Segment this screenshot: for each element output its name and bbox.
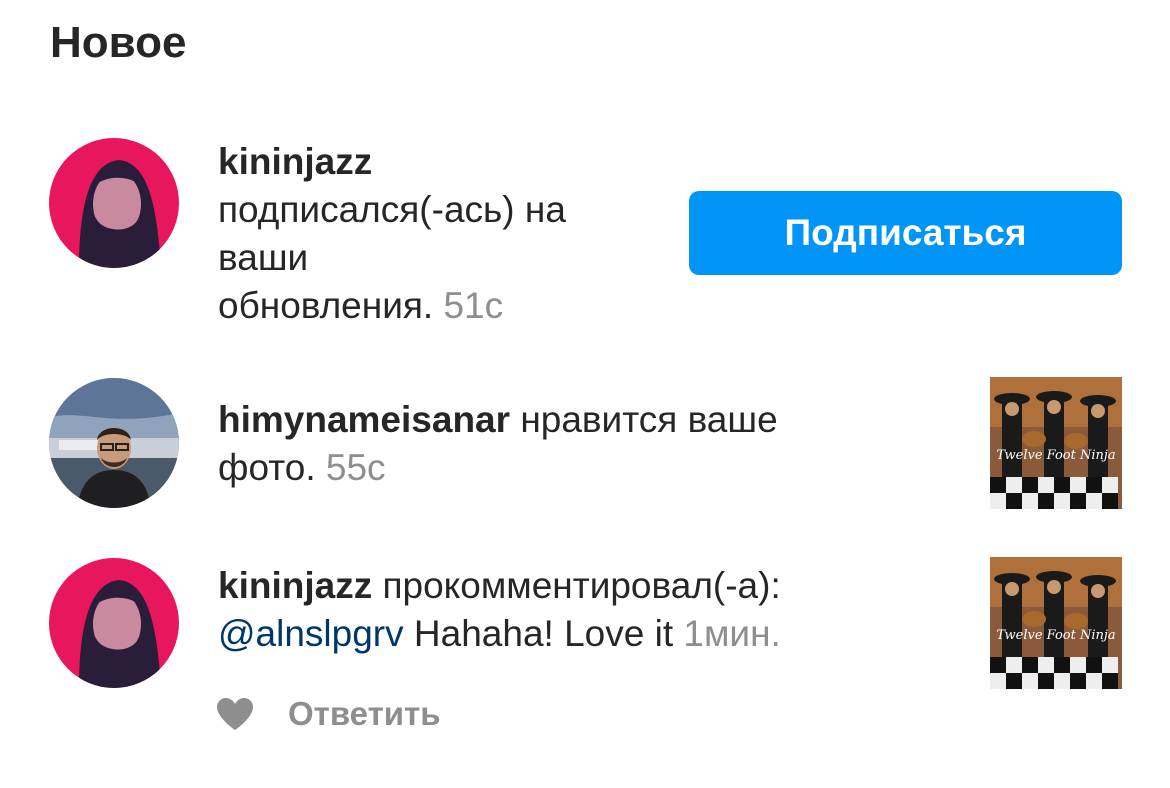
username[interactable]: kininjazz bbox=[218, 565, 372, 606]
notification-follow-text: kininjazz подписался(-ась) на ваши обнов… bbox=[218, 138, 566, 330]
notification-text: ваши bbox=[218, 237, 309, 278]
timestamp: 55с bbox=[325, 447, 386, 488]
reply-button[interactable]: Ответить bbox=[288, 695, 441, 733]
post-thumbnail[interactable]: Twelve Foot Ninja bbox=[990, 377, 1122, 509]
heart-icon[interactable] bbox=[216, 697, 254, 731]
notification-text: прокомментировал(-а): bbox=[382, 565, 781, 606]
activity-feed: Новое kininjazz подписался(-ась) на ваши… bbox=[0, 0, 1170, 788]
person-avatar-pink-icon bbox=[49, 558, 179, 688]
comment-actions: Ответить bbox=[216, 690, 441, 738]
avatar-kininjazz[interactable] bbox=[49, 558, 179, 688]
notification-comment-text: kininjazz прокомментировал(-а): @alnslpg… bbox=[218, 562, 781, 658]
follow-button[interactable]: Подписаться bbox=[689, 191, 1122, 275]
notification-text: нравится ваше bbox=[520, 399, 778, 440]
thumbnail-caption: Twelve Foot Ninja bbox=[996, 628, 1115, 643]
band-photo-thumbnail: Twelve Foot Ninja bbox=[990, 557, 1122, 689]
mention-link[interactable]: @alnslpgrv bbox=[218, 613, 404, 654]
notification-text: фото. bbox=[218, 447, 316, 488]
avatar-kininjazz[interactable] bbox=[49, 138, 179, 268]
comment-text: Hahaha! Love it bbox=[413, 613, 674, 654]
timestamp: 1мин. bbox=[683, 613, 781, 654]
person-avatar-outdoor-icon bbox=[49, 378, 179, 508]
thumbnail-caption: Twelve Foot Ninja bbox=[996, 448, 1115, 463]
section-title: Новое bbox=[50, 18, 187, 67]
notification-text: обновления. bbox=[218, 285, 434, 326]
notification-text: подписался(-ась) на bbox=[218, 189, 566, 230]
notification-like-text: himynameisanar нравится ваше фото. 55с bbox=[218, 396, 778, 492]
post-thumbnail[interactable]: Twelve Foot Ninja bbox=[990, 557, 1122, 689]
username[interactable]: himynameisanar bbox=[218, 399, 510, 440]
band-photo-thumbnail: Twelve Foot Ninja bbox=[990, 377, 1122, 509]
username[interactable]: kininjazz bbox=[218, 141, 372, 182]
avatar-himynameisanar[interactable] bbox=[49, 378, 179, 508]
person-avatar-pink-icon bbox=[49, 138, 179, 268]
timestamp: 51с bbox=[443, 285, 504, 326]
